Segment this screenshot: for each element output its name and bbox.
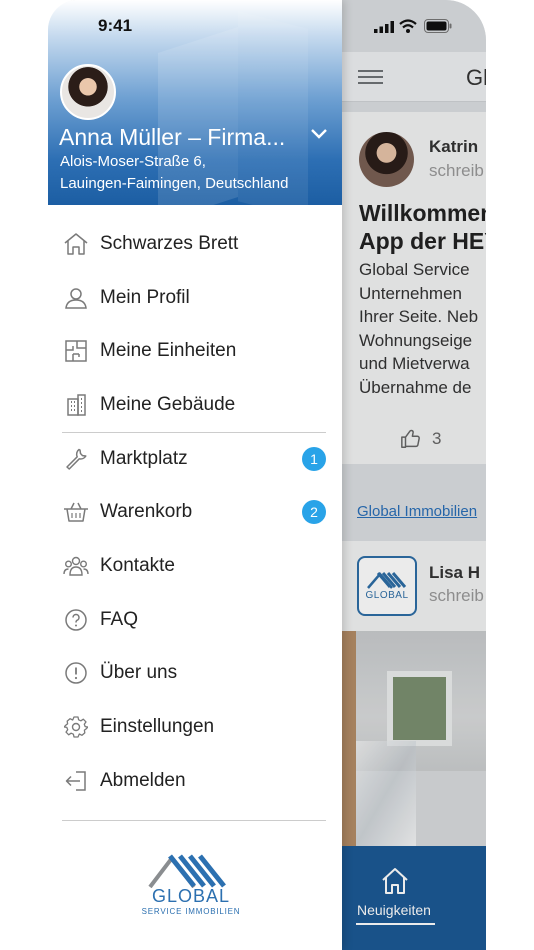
question-circle-icon <box>63 607 89 633</box>
menu-item-abmelden[interactable]: Abmelden <box>48 754 342 808</box>
menu-item-meine-gebaeude[interactable]: Meine Gebäude <box>48 378 342 432</box>
chevron-down-icon[interactable] <box>310 128 328 140</box>
wrench-icon <box>63 446 89 472</box>
drawer-header: 9:41 Anna Müller – Firma... Alois-Moser-… <box>48 0 342 205</box>
phone-frame: Gl Katrin schreib Willkommen App der HEY… <box>48 0 486 950</box>
contacts-icon <box>63 553 89 579</box>
basket-icon <box>63 499 89 525</box>
menu-divider <box>62 820 326 821</box>
status-time: 9:41 <box>98 16 133 35</box>
drawer-menu: Schwarzes Brett Mein Profil Meine Einhei… <box>48 217 342 808</box>
person-icon <box>63 285 89 311</box>
avatar <box>60 64 116 120</box>
menu-item-kontakte[interactable]: Kontakte <box>48 539 342 593</box>
building-icon <box>63 392 89 418</box>
menu-item-mein-profil[interactable]: Mein Profil <box>48 271 342 325</box>
info-circle-icon <box>63 660 89 686</box>
menu-item-schwarzes-brett[interactable]: Schwarzes Brett <box>48 217 342 271</box>
menu-item-faq[interactable]: FAQ <box>48 593 342 647</box>
menu-item-marktplatz[interactable]: Marktplatz 1 <box>48 431 342 486</box>
floorplan-icon <box>63 338 89 364</box>
user-name[interactable]: Anna Müller – Firma... <box>59 124 285 151</box>
gear-icon <box>63 714 89 740</box>
drawer-scrim[interactable] <box>342 0 486 950</box>
user-address: Alois-Moser-Straße 6, Lauingen-Faimingen… <box>60 153 289 192</box>
navigation-drawer: 9:41 Anna Müller – Firma... Alois-Moser-… <box>48 0 342 950</box>
notification-badge: 2 <box>302 500 326 525</box>
roof-logo-icon <box>148 854 226 888</box>
menu-item-ueber-uns[interactable]: Über uns <box>48 647 342 701</box>
notification-badge: 1 <box>302 446 326 471</box>
menu-item-warenkorb[interactable]: Warenkorb 2 <box>48 485 342 539</box>
menu-item-einstellungen[interactable]: Einstellungen <box>48 700 342 754</box>
logout-icon <box>63 768 89 794</box>
home-outline-icon <box>63 231 89 257</box>
menu-item-meine-einheiten[interactable]: Meine Einheiten <box>48 324 342 378</box>
company-logo: GLOBAL SERVICE IMMOBILIEN <box>142 852 240 916</box>
menu-divider <box>62 431 326 433</box>
